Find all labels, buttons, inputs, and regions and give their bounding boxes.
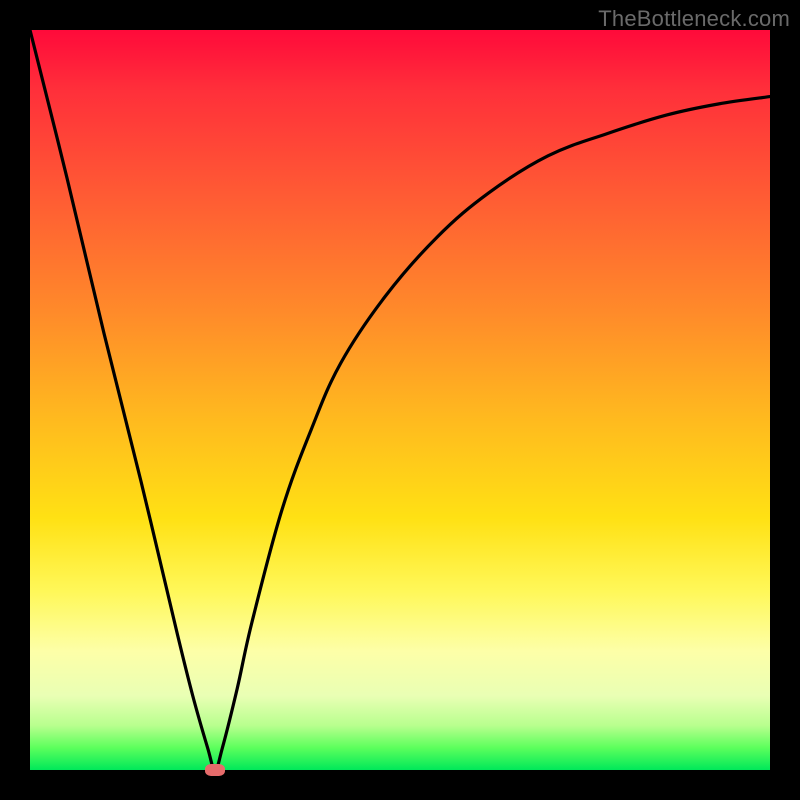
chart-frame: TheBottleneck.com xyxy=(0,0,800,800)
plot-area xyxy=(30,30,770,770)
watermark-text: TheBottleneck.com xyxy=(598,6,790,32)
min-marker-dot xyxy=(205,764,225,776)
curve-svg xyxy=(30,30,770,770)
bottleneck-curve-path xyxy=(30,30,770,770)
